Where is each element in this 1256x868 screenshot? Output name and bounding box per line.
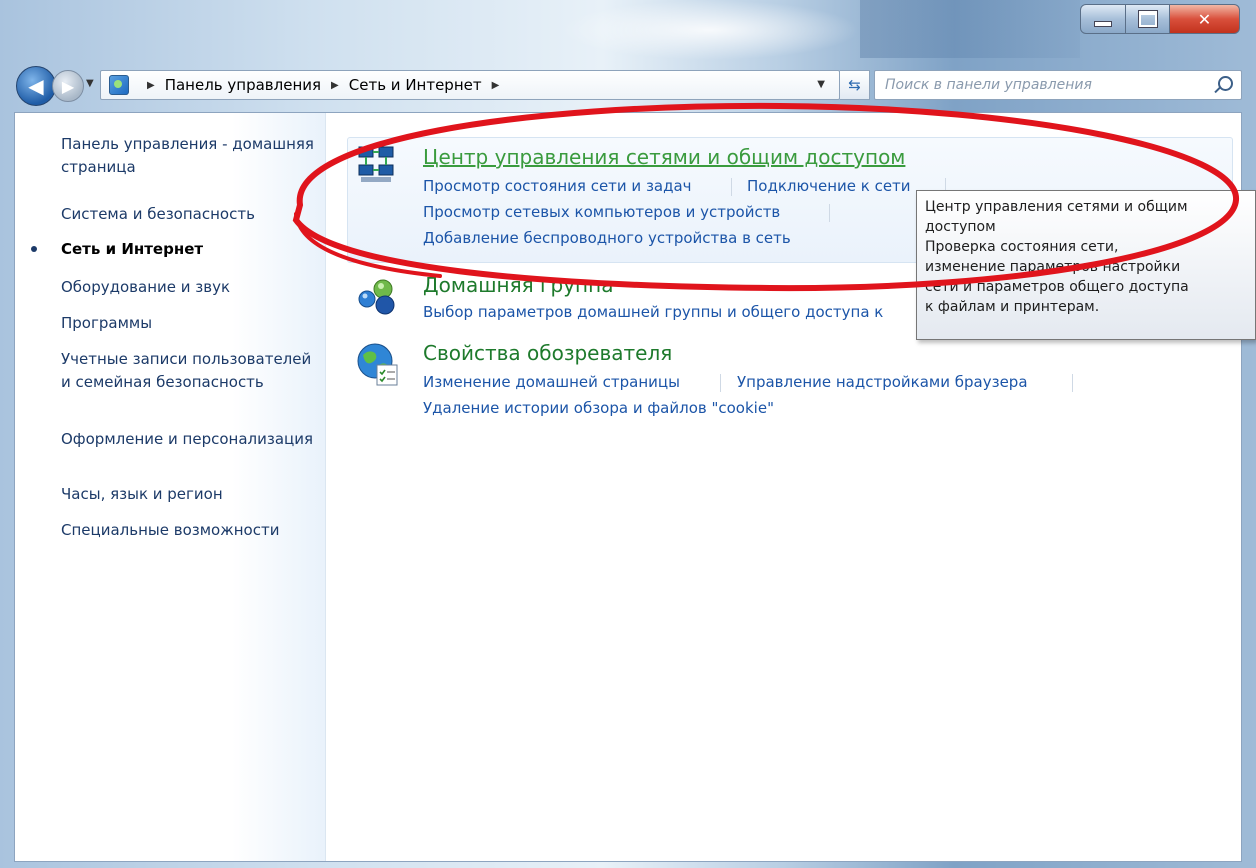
sidebar-item-clock-region[interactable]: Часы, язык и регион [61,483,317,506]
category-title-network-center[interactable]: Центр управления сетями и общим доступом [423,145,905,169]
internet-options-icon [357,343,398,386]
link-change-home-page[interactable]: Изменение домашней страницы [423,373,680,391]
breadcrumb-separator-icon[interactable]: ▶ [147,80,155,91]
sidebar-item-network-internet[interactable]: Сеть и Интернет [61,238,317,261]
link-view-network-computers[interactable]: Просмотр сетевых компьютеров и устройств [423,203,780,221]
sidebar-item-home[interactable]: Панель управления - домашняя страница [61,133,317,179]
sidebar-item-accessibility[interactable]: Специальные возможности [61,519,317,542]
link-separator [1072,374,1073,392]
link-add-wireless-device[interactable]: Добавление беспроводного устройства в се… [423,229,791,247]
sidebar-item-system-security[interactable]: Система и безопасность [61,203,317,226]
tooltip: Центр управления сетями и общим доступом… [916,190,1256,340]
breadcrumb-separator-icon[interactable]: ▶ [492,80,500,91]
search-icon[interactable] [1218,76,1233,91]
network-center-icon [358,146,394,182]
caption-buttons: ✕ [1080,4,1240,34]
homegroup-icon [358,279,395,315]
link-delete-browsing-history[interactable]: Удаление истории обзора и файлов "cookie… [423,399,774,417]
breadcrumb-network-internet[interactable]: Сеть и Интернет [349,76,482,94]
glass-shade [860,0,1080,58]
control-panel-icon [109,75,129,95]
link-separator [720,374,721,392]
link-separator [731,178,732,196]
sidebar-item-hardware-sound[interactable]: Оборудование и звук [61,276,317,299]
category-title-homegroup[interactable]: Домашняя группа [423,273,613,297]
maximize-icon [1137,10,1158,28]
sidebar-item-programs[interactable]: Программы [61,312,317,335]
forward-button[interactable]: ▶ [52,70,84,102]
navigation-bar: ◀ ▶ ▼ ▶ Панель управления ▶ Сеть и Интер… [16,66,1242,106]
tooltip-line: Проверка состояния сети, [925,239,1119,255]
back-arrow-icon: ◀ [28,74,44,98]
tooltip-line: изменение параметров настройки [925,259,1181,275]
breadcrumb-separator-icon[interactable]: ▶ [331,80,339,91]
breadcrumb-control-panel[interactable]: Панель управления [165,76,321,94]
sidebar-item-user-accounts[interactable]: Учетные записи пользователей и семейная … [61,348,317,394]
active-bullet [31,246,37,252]
search-input[interactable]: Поиск в панели управления [874,70,1242,100]
recent-pages-dropdown[interactable]: ▼ [86,78,94,89]
link-connect-to-network[interactable]: Подключение к сети [747,177,911,195]
back-button[interactable]: ◀ [16,66,56,106]
link-manage-addons[interactable]: Управление надстройками браузера [737,373,1028,391]
address-bar[interactable]: ▶ Панель управления ▶ Сеть и Интернет ▶ … [100,70,840,100]
link-separator [829,204,830,222]
control-panel-window: ✕ ◀ ▶ ▼ ▶ Панель управления ▶ Сеть и Инт… [0,0,1256,868]
sidebar: Панель управления - домашняя страница Си… [15,113,326,861]
search-placeholder: Поиск в панели управления [885,77,1092,93]
sidebar-item-appearance[interactable]: Оформление и персонализация [61,428,317,451]
minimize-button[interactable] [1080,4,1126,34]
maximize-button[interactable] [1126,4,1170,34]
refresh-icon: ⇆ [848,76,861,94]
address-dropdown-icon[interactable]: ▼ [817,79,825,90]
minimize-icon [1094,21,1112,27]
link-homegroup-options[interactable]: Выбор параметров домашней группы и общег… [423,303,883,321]
close-icon: ✕ [1197,9,1212,29]
category-title-internet-options[interactable]: Свойства обозревателя [423,341,672,365]
close-button[interactable]: ✕ [1170,4,1240,34]
forward-arrow-icon: ▶ [61,76,75,96]
link-view-network-status[interactable]: Просмотр состояния сети и задач [423,177,692,195]
tooltip-line: доступом [925,219,996,235]
tooltip-line: к файлам и принтерам. [925,299,1100,315]
refresh-button[interactable]: ⇆ [840,70,870,100]
tooltip-line: сети и параметров общего доступа [925,279,1189,295]
tooltip-line: Центр управления сетями и общим [925,199,1188,215]
glass-highlight [560,0,860,60]
